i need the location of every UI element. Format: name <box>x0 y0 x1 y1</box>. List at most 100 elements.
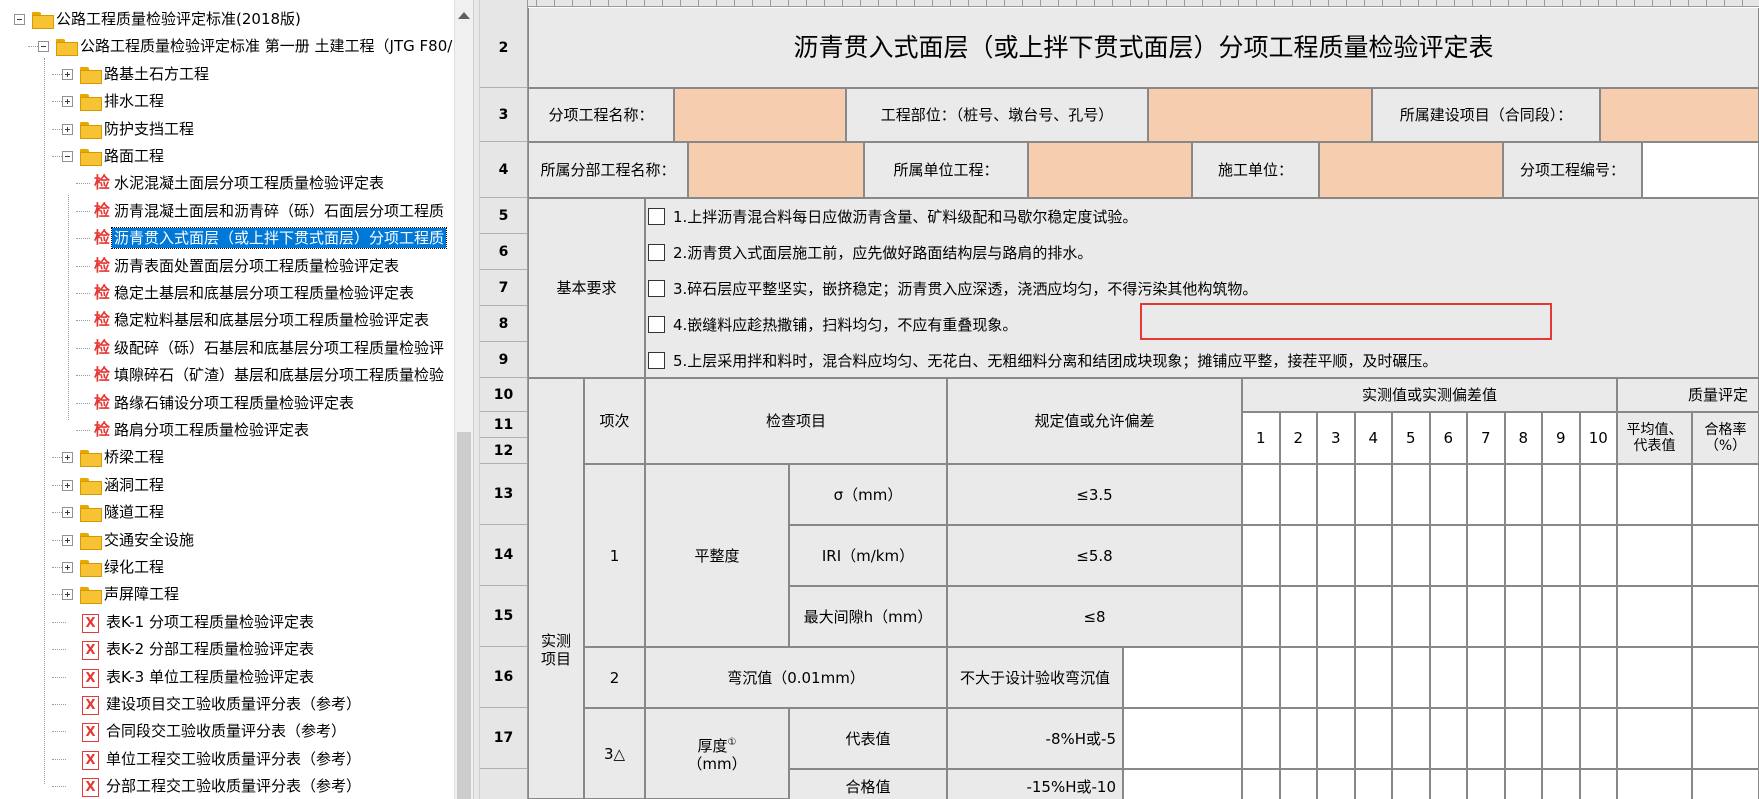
row-number[interactable]: 4 <box>480 142 527 198</box>
tree-item-label[interactable]: 防护支挡工程 <box>102 119 196 139</box>
result-cell[interactable] <box>1617 464 1692 525</box>
data-cell[interactable] <box>1579 464 1617 525</box>
tree-item-label[interactable]: 隧道工程 <box>102 502 166 522</box>
tree-item-label[interactable]: 路肩分项工程质量检验评定表 <box>112 420 311 440</box>
tree-item-label[interactable]: 沥青混凝土面层和沥青碎（砾）石面层分项工程质 <box>112 201 446 221</box>
data-cell[interactable] <box>1579 586 1617 647</box>
data-cell[interactable] <box>1542 647 1580 708</box>
data-cell[interactable] <box>1279 464 1317 525</box>
requirement-checkbox[interactable] <box>648 351 665 369</box>
data-cell[interactable] <box>1279 647 1317 708</box>
data-cell[interactable] <box>1317 769 1355 799</box>
row-number[interactable]: 5 <box>480 198 527 234</box>
data-cell[interactable] <box>1354 647 1392 708</box>
tree-item-label[interactable]: 级配碎（砾）石基层和底基层分项工程质量检验评 <box>112 338 446 358</box>
requirement-checkbox[interactable] <box>648 315 665 333</box>
result-cell[interactable] <box>1692 708 1759 769</box>
result-cell[interactable] <box>1692 464 1759 525</box>
data-cell[interactable] <box>1279 525 1317 586</box>
tree-item-label[interactable]: 分部工程交工验收质量评分表（参考） <box>104 776 363 796</box>
data-cell[interactable] <box>1467 464 1505 525</box>
result-cell[interactable] <box>1617 525 1692 586</box>
data-cell[interactable] <box>1542 464 1580 525</box>
data-cell[interactable] <box>1242 464 1280 525</box>
data-cell[interactable] <box>1504 647 1542 708</box>
row-number[interactable]: 15 <box>480 586 527 647</box>
data-cell[interactable] <box>1579 647 1617 708</box>
input-sub-project[interactable] <box>688 142 864 198</box>
tree-item-label[interactable]: 涵洞工程 <box>102 475 166 495</box>
expand-icon[interactable] <box>62 534 73 546</box>
tree-item-label[interactable]: 表K-1 分项工程质量检验评定表 <box>104 612 316 632</box>
data-cell[interactable] <box>1242 708 1280 769</box>
data-cell[interactable] <box>1279 769 1317 799</box>
row-number[interactable]: 11 <box>480 412 527 438</box>
row-number[interactable]: 8 <box>480 306 527 342</box>
data-cell[interactable] <box>1429 464 1467 525</box>
result-cell[interactable] <box>1692 525 1759 586</box>
tree-item-label[interactable]: 公路工程质量检验评定标准(2018版) <box>54 9 303 29</box>
tree-item-label[interactable]: 合同段交工验收质量评分表（参考） <box>104 721 348 741</box>
result-cell[interactable] <box>1617 586 1692 647</box>
data-cell[interactable] <box>1392 525 1430 586</box>
data-cell[interactable] <box>1579 525 1617 586</box>
result-cell[interactable] <box>1617 647 1692 708</box>
expand-icon[interactable] <box>62 507 73 519</box>
data-cell[interactable] <box>1242 586 1280 647</box>
data-cell[interactable] <box>1279 586 1317 647</box>
tree-item-label[interactable]: 表K-2 分部工程质量检验评定表 <box>104 639 316 659</box>
tree-item-label[interactable]: 水泥混凝土面层分项工程质量检验评定表 <box>112 173 386 193</box>
data-cell[interactable] <box>1392 586 1430 647</box>
data-cell[interactable] <box>1542 525 1580 586</box>
data-cell[interactable] <box>1392 769 1430 799</box>
data-cell[interactable] <box>1242 647 1280 708</box>
data-cell[interactable] <box>1317 647 1355 708</box>
tree-item-label[interactable]: 单位工程交工验收质量评分表（参考） <box>104 749 363 769</box>
data-cell[interactable] <box>1467 525 1505 586</box>
row-number[interactable]: 9 <box>480 342 527 378</box>
data-cell[interactable] <box>1429 708 1467 769</box>
data-cell[interactable] <box>1542 586 1580 647</box>
data-cell[interactable] <box>1392 647 1430 708</box>
data-cell[interactable] <box>1317 464 1355 525</box>
row-number[interactable]: 6 <box>480 234 527 270</box>
requirement-checkbox[interactable] <box>648 207 665 225</box>
tree-item-label[interactable]: 路基土石方工程 <box>102 64 211 84</box>
scroll-up-icon[interactable] <box>458 12 470 19</box>
data-cell[interactable] <box>1504 525 1542 586</box>
input-item-number[interactable] <box>1642 142 1759 198</box>
row-number[interactable]: 17 <box>480 708 527 769</box>
data-cell[interactable] <box>1429 586 1467 647</box>
row-number[interactable]: 13 <box>480 464 527 525</box>
data-cell[interactable] <box>1467 647 1505 708</box>
data-cell[interactable] <box>1392 708 1430 769</box>
data-cell[interactable] <box>1279 708 1317 769</box>
tree-item-label[interactable]: 排水工程 <box>102 91 166 111</box>
expand-icon[interactable] <box>62 589 73 601</box>
data-cell[interactable] <box>1242 769 1280 799</box>
requirement-checkbox[interactable] <box>648 243 665 261</box>
data-cell[interactable] <box>1429 769 1467 799</box>
tree-item-label[interactable]: 绿化工程 <box>102 557 166 577</box>
data-cell[interactable] <box>1579 708 1617 769</box>
data-cell[interactable] <box>1242 525 1280 586</box>
tree-item-label[interactable]: 稳定粒料基层和底基层分项工程质量检验评定表 <box>112 310 431 330</box>
tree-item-label[interactable]: 填隙碎石（矿渣）基层和底基层分项工程质量检验 <box>112 365 446 385</box>
row-number[interactable]: 16 <box>480 647 527 708</box>
tree-item-label[interactable]: 桥梁工程 <box>102 447 166 467</box>
input-project-location[interactable] <box>1148 88 1372 142</box>
data-cell[interactable] <box>1467 769 1505 799</box>
row-number[interactable]: 7 <box>480 270 527 306</box>
data-cell[interactable] <box>1123 708 1242 769</box>
data-cell[interactable] <box>1317 708 1355 769</box>
data-cell[interactable] <box>1354 708 1392 769</box>
requirement-checkbox[interactable] <box>648 279 665 297</box>
expand-icon[interactable] <box>62 68 73 80</box>
data-cell[interactable] <box>1467 708 1505 769</box>
expand-icon[interactable] <box>62 123 73 135</box>
tree-item-label[interactable]: 沥青贯入式面层（或上拌下贯式面层）分项工程质 <box>110 227 448 250</box>
data-cell[interactable] <box>1392 464 1430 525</box>
data-cell[interactable] <box>1123 769 1242 799</box>
tree-item-label[interactable]: 建设项目交工验收质量评分表（参考） <box>104 694 363 714</box>
collapse-icon[interactable] <box>38 41 49 53</box>
